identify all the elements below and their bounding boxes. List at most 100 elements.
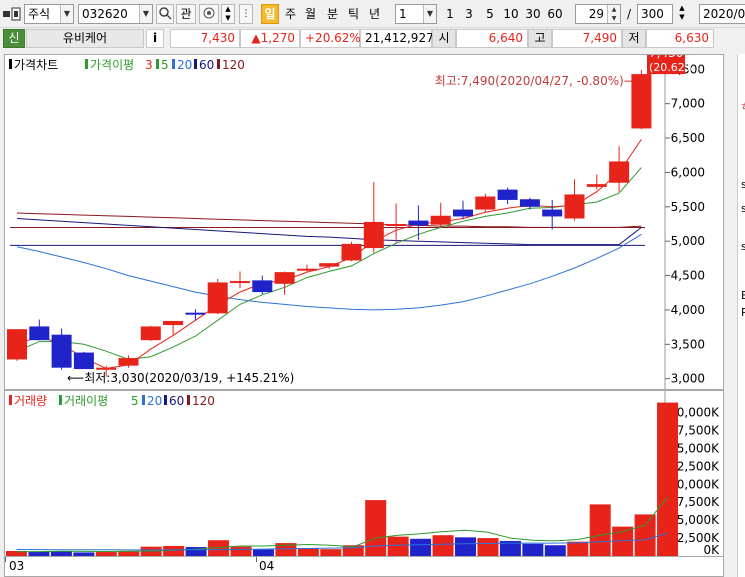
candle-body: [118, 358, 139, 366]
period-week-button[interactable]: 주: [282, 4, 299, 24]
candle-body: [296, 268, 317, 271]
tool-button[interactable]: ⋮: [239, 4, 253, 24]
candle-body: [252, 280, 273, 293]
candle-body: [453, 209, 473, 217]
candle-body: [542, 209, 563, 217]
candle-body: [185, 312, 206, 315]
related-button[interactable]: 관: [176, 4, 196, 24]
x-tick-mark: [256, 557, 257, 562]
multiplier-value: 1: [399, 7, 407, 21]
count-separator: /: [626, 7, 632, 21]
total-count-input[interactable]: 300: [637, 4, 673, 24]
search-button[interactable]: [156, 4, 174, 24]
last-price-pct: (20.62%): [649, 61, 700, 74]
volume-chart-panel[interactable]: 거래량 거래이평 5 20 60 120 0K 2,500K 5,000K 7,500…: [4, 390, 724, 557]
broadcast-icon: [203, 7, 215, 19]
volume-bar: [230, 546, 252, 556]
x-axis: 03 04: [4, 557, 724, 577]
candle-body: [609, 161, 630, 183]
price-chart[interactable]: 가격차트 가격이평 3 5 20 60 120 최고:7,490(2020/04…: [5, 46, 723, 389]
price-tick-label: 5,000: [671, 234, 705, 248]
period-month-button[interactable]: 월: [302, 4, 319, 24]
candle-body: [274, 272, 295, 284]
volume-bar: [365, 500, 387, 556]
spin-icon[interactable]: ▲ ▼: [607, 5, 620, 23]
price-chart-panel[interactable]: 가격차트 가격이평 3 5 20 60 120 최고:7,490(2020/04…: [4, 46, 724, 390]
x-tick-mark: [5, 557, 6, 562]
candle-body: [163, 320, 184, 326]
volume-bar: [477, 538, 499, 556]
period-day-button[interactable]: 일: [261, 4, 279, 24]
ma-legend-3: 3: [145, 58, 153, 72]
chevron-down-icon[interactable]: ▼: [423, 5, 436, 23]
volume-bar: [387, 536, 409, 556]
info-button[interactable]: i: [146, 29, 164, 48]
chevron-down-icon[interactable]: ▼: [60, 5, 73, 23]
stock-name: 유비케어: [26, 29, 144, 48]
candle-body: [207, 282, 228, 314]
tick-30-button[interactable]: 30: [524, 4, 542, 24]
right-side-panel: ㅎ s s s B P: [737, 54, 745, 577]
volume-bar: [634, 514, 656, 556]
volume-bar: [28, 551, 50, 556]
candle-body: [586, 184, 607, 187]
candle-body: [363, 221, 384, 249]
tick-5-button[interactable]: 5: [483, 4, 497, 24]
open-label: 시: [432, 29, 456, 48]
right-edge-text: P: [741, 306, 745, 319]
tick-1-button[interactable]: 1: [443, 4, 457, 24]
candle-body: [230, 281, 250, 284]
stock-code-value: 032620: [82, 7, 128, 21]
tick-60-button[interactable]: 60: [546, 4, 564, 24]
low-price-annotation: ⟵최저:3,030(2020/03/19, +145.21%): [67, 371, 294, 385]
current-price: 7,430: [170, 29, 240, 48]
price-tick-label: 4,000: [671, 303, 705, 317]
stock-code-input[interactable]: 032620 ▼: [78, 4, 153, 24]
open-value: 6,640: [456, 29, 528, 48]
volume-bar: [95, 552, 117, 556]
volume-bar: [252, 549, 274, 556]
candle-body: [386, 224, 407, 226]
period-minute-button[interactable]: 분: [324, 4, 341, 24]
volume-bar: [589, 504, 611, 556]
display-count-stepper[interactable]: 29 ▲ ▼: [575, 4, 621, 24]
volume-bar: [657, 402, 679, 556]
candle-body: [29, 326, 50, 341]
candle-body: [430, 215, 451, 225]
stepper-icon[interactable]: ▲ ▼: [675, 4, 689, 24]
tick-10-button[interactable]: 10: [502, 4, 520, 24]
period-year-button[interactable]: 년: [366, 4, 383, 24]
right-edge-text: ㅎ: [740, 98, 745, 114]
tick-3-button[interactable]: 3: [462, 4, 476, 24]
broadcast-button[interactable]: [199, 4, 219, 24]
chevron-down-icon[interactable]: ▼: [139, 5, 152, 23]
trade-volume: 21,412,927: [360, 29, 434, 48]
candle-body: [564, 194, 585, 219]
ma-legend-60: 60: [199, 58, 214, 72]
price-legend: 가격차트 가격이평 3 5 20 60 120: [9, 58, 245, 72]
candle-body: [140, 326, 161, 341]
price-tick-label: 4,500: [671, 269, 705, 283]
panel-toggle-icon[interactable]: [3, 7, 23, 21]
volume-bar: [522, 543, 544, 556]
candle-body: [631, 74, 652, 129]
prev-next-stepper[interactable]: ▲ ▼: [221, 4, 235, 24]
candle-body: [475, 196, 496, 210]
market-select-value: 주식: [28, 7, 51, 21]
credit-badge: 신: [3, 29, 25, 48]
multiplier-select[interactable]: 1 ▼: [395, 4, 437, 24]
period-tick-button[interactable]: 틱: [345, 4, 362, 24]
candle-body: [51, 334, 72, 368]
last-price-value: 7,430: [649, 55, 683, 60]
market-select[interactable]: 주식 ▼: [24, 4, 74, 24]
volume-bar: [73, 552, 95, 556]
info-bar: 신 유비케어 i 7,430 ▲1,270 +20.62% 21,412,927…: [0, 28, 745, 50]
ma-legend-20: 20: [177, 58, 192, 72]
volume-chart[interactable]: 거래량 거래이평 5 20 60 120 0K2,500K5,000K7,500…: [5, 391, 723, 557]
price-tick-label: 6,500: [671, 131, 705, 145]
date-input[interactable]: 2020/04: [699, 4, 745, 24]
price-tick-label: 7,000: [671, 97, 705, 111]
price-change-pct: +20.62%: [300, 29, 361, 48]
vol-ma-legend-120: 120: [192, 394, 215, 408]
x-axis-label-04: 04: [259, 559, 275, 573]
